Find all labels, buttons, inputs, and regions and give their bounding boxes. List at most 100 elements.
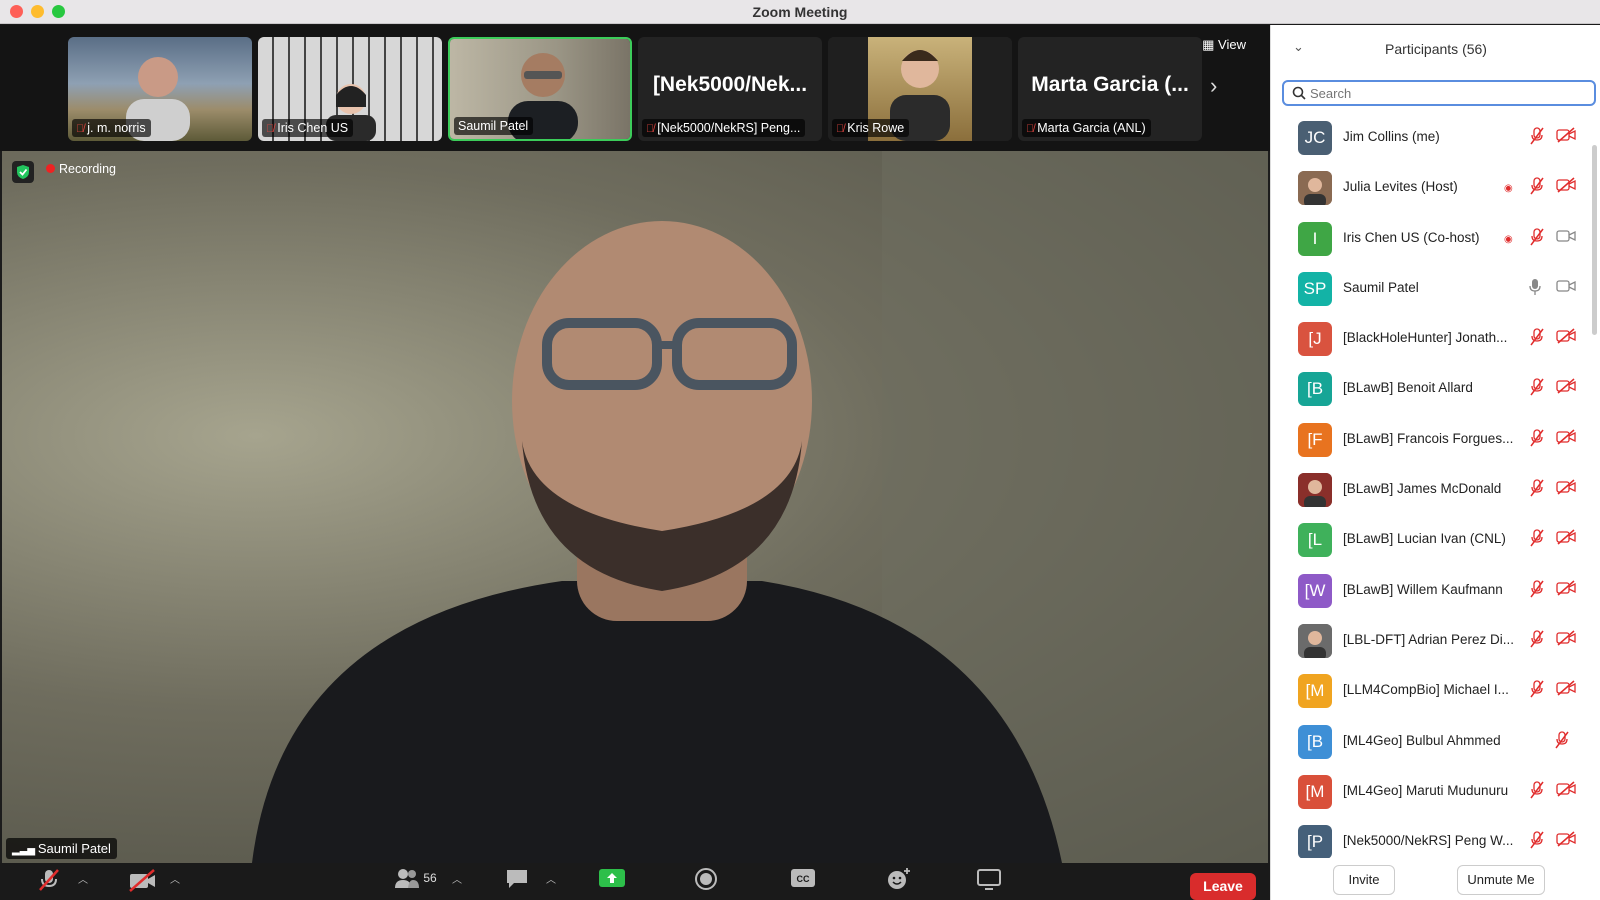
search-icon	[1292, 86, 1306, 100]
participant-row[interactable]: [W [BLawB] Willem Kaufmann	[1271, 566, 1589, 616]
participant-row[interactable]: [B [BLawB] Benoit Allard	[1271, 364, 1589, 414]
participant-row[interactable]: JC Jim Collins (me)	[1271, 113, 1589, 163]
video-off-icon[interactable]	[1556, 177, 1576, 198]
meeting-stage: 🎙̸ j. m. norris 🎙̸ Iris Chen US Saumil Pat…	[0, 25, 1270, 900]
active-speaker-video[interactable]: Recording ▂▃▅ Saumil Patel	[2, 151, 1268, 863]
video-tile-marta-garcia[interactable]: Marta Garcia (... 🎙̸ Marta Garcia (ANL)	[1018, 37, 1202, 141]
participant-row[interactable]: [J [BlackHoleHunter] Jonath...	[1271, 314, 1589, 364]
participant-row[interactable]: [F [BLawB] Francois Forgues...	[1271, 415, 1589, 465]
participant-row[interactable]: [LBL-DFT] Adrian Perez Di...	[1271, 616, 1589, 666]
mic-muted-icon[interactable]	[1529, 378, 1545, 401]
mic-muted-icon[interactable]	[1529, 127, 1545, 150]
participants-options-chevron-icon[interactable]: ︿	[452, 871, 462, 886]
mic-muted-icon[interactable]	[1529, 781, 1545, 804]
chat-button[interactable]	[504, 867, 530, 894]
reactions-button[interactable]	[886, 867, 912, 894]
video-off-icon[interactable]	[1556, 127, 1576, 148]
mic-muted-icon[interactable]	[1529, 529, 1545, 552]
avatar: [L	[1298, 523, 1332, 558]
video-tile-kris-rowe[interactable]: 🎙̸ Kris Rowe	[828, 37, 1012, 141]
mic-muted-icon[interactable]	[1529, 680, 1545, 703]
audio-options-chevron-icon[interactable]: ︿	[78, 871, 88, 886]
mic-muted-icon[interactable]	[1529, 177, 1545, 200]
signal-bars-icon: ▂▃▅	[12, 845, 38, 856]
chat-options-chevron-icon[interactable]: ︿	[546, 871, 556, 886]
video-off-icon[interactable]	[1556, 781, 1576, 802]
tile-name: Saumil Patel	[458, 119, 529, 133]
video-options-chevron-icon[interactable]: ︿	[170, 871, 180, 886]
security-shield-icon[interactable]	[12, 161, 34, 183]
video-off-icon[interactable]	[1556, 378, 1576, 399]
participant-row[interactable]: I Iris Chen US (Co-host) ◉	[1271, 214, 1589, 264]
recording-icon: ◉	[1504, 183, 1513, 195]
invite-button[interactable]: Invite	[1333, 865, 1395, 895]
video-off-icon[interactable]	[1556, 831, 1576, 852]
video-icon[interactable]	[1556, 278, 1576, 299]
video-tile-nek5000[interactable]: [Nek5000/Nek... 🎙̸ [Nek5000/NekRS] Peng..…	[638, 37, 822, 141]
participant-name: Iris Chen US (Co-host)	[1343, 229, 1480, 245]
participant-row[interactable]: SP Saumil Patel	[1271, 264, 1589, 314]
mic-muted-icon[interactable]	[1529, 328, 1545, 351]
leave-button[interactable]: Leave	[1190, 873, 1256, 900]
video-off-icon[interactable]	[1556, 630, 1576, 651]
meeting-toolbar: ︿ ︿ 56 ︿ ︿ CC Leave	[0, 863, 1270, 900]
mic-muted-icon: 🎙̸	[646, 123, 655, 135]
tile-name-label: 🎙̸ Iris Chen US	[262, 119, 354, 137]
mic-muted-icon[interactable]	[1529, 227, 1545, 251]
mic-icon[interactable]	[1529, 278, 1541, 301]
mic-muted-icon[interactable]	[1554, 730, 1570, 754]
view-button[interactable]: ▦ View	[1202, 37, 1246, 53]
participant-name: Saumil Patel	[1343, 279, 1419, 295]
tile-name: Marta Garcia (ANL)	[1037, 121, 1146, 135]
video-tile-jm-norris[interactable]: 🎙̸ j. m. norris	[68, 37, 252, 141]
participants-button[interactable]: 56	[394, 867, 437, 889]
mic-muted-icon[interactable]	[1529, 429, 1545, 452]
participants-scrollbar[interactable]	[1592, 145, 1597, 335]
participant-name: Jim Collins (me)	[1343, 129, 1440, 144]
mic-muted-icon[interactable]	[1529, 630, 1545, 653]
start-video-button[interactable]	[128, 867, 158, 896]
participant-search[interactable]	[1282, 80, 1596, 106]
unmute-me-button[interactable]: Unmute Me	[1457, 865, 1545, 895]
window-title: Zoom Meeting	[752, 4, 848, 20]
grid-icon: ▦	[1202, 37, 1219, 52]
recording-label: Recording	[59, 162, 116, 176]
mic-muted-icon[interactable]	[1529, 831, 1545, 854]
video-off-icon[interactable]	[1556, 429, 1576, 450]
search-input[interactable]	[1310, 84, 1590, 102]
chat-icon	[507, 870, 527, 888]
video-off-icon[interactable]	[1556, 529, 1576, 550]
mic-muted-icon[interactable]	[1529, 479, 1545, 502]
avatar: SP	[1298, 271, 1332, 306]
video-tile-iris-chen[interactable]: 🎙̸ Iris Chen US	[258, 37, 442, 141]
video-off-icon[interactable]	[1556, 680, 1576, 701]
recording-indicator[interactable]: Recording	[46, 162, 116, 176]
record-button[interactable]	[694, 867, 718, 894]
participant-name: [BLawB] Lucian Ivan (CNL)	[1343, 531, 1506, 547]
video-off-icon[interactable]	[1556, 479, 1576, 500]
tile-name-label: Saumil Patel	[454, 117, 534, 135]
participant-row[interactable]: [L [BLawB] Lucian Ivan (CNL)	[1271, 515, 1589, 565]
next-page-chevron-icon[interactable]: ›	[1210, 73, 1217, 99]
participant-row[interactable]: [M [LLM4CompBio] Michael I...	[1271, 666, 1589, 716]
captions-button[interactable]: CC	[790, 867, 816, 892]
window-titlebar: Zoom Meeting	[0, 0, 1600, 24]
whiteboard-button[interactable]	[976, 867, 1002, 894]
participant-name: [BLawB] James McDonald	[1343, 481, 1502, 497]
mic-muted-icon[interactable]	[1529, 580, 1545, 603]
participants-list: JC Jim Collins (me) Julia Levites (Host) ◉ I…	[1271, 113, 1589, 858]
participant-name: [ML4Geo] Bulbul Ahmmed	[1343, 732, 1501, 748]
avatar: [M	[1298, 774, 1332, 809]
participant-row[interactable]: [P [Nek5000/NekRS] Peng W...	[1271, 817, 1589, 858]
video-off-icon[interactable]	[1556, 328, 1576, 349]
unmute-button[interactable]	[36, 867, 62, 896]
video-icon[interactable]	[1556, 228, 1576, 249]
video-off-icon[interactable]	[1556, 580, 1576, 601]
participant-row[interactable]: [M [ML4Geo] Maruti Mudunuru	[1271, 767, 1589, 817]
participant-name: [Nek5000/NekRS] Peng W...	[1343, 833, 1514, 849]
video-tile-saumil-patel[interactable]: Saumil Patel	[448, 37, 632, 141]
share-screen-button[interactable]	[598, 867, 626, 892]
participant-row[interactable]: [B [ML4Geo] Bulbul Ahmmed	[1271, 717, 1589, 767]
participant-row[interactable]: [BLawB] James McDonald	[1271, 465, 1589, 515]
participant-row[interactable]: Julia Levites (Host) ◉	[1271, 163, 1589, 213]
